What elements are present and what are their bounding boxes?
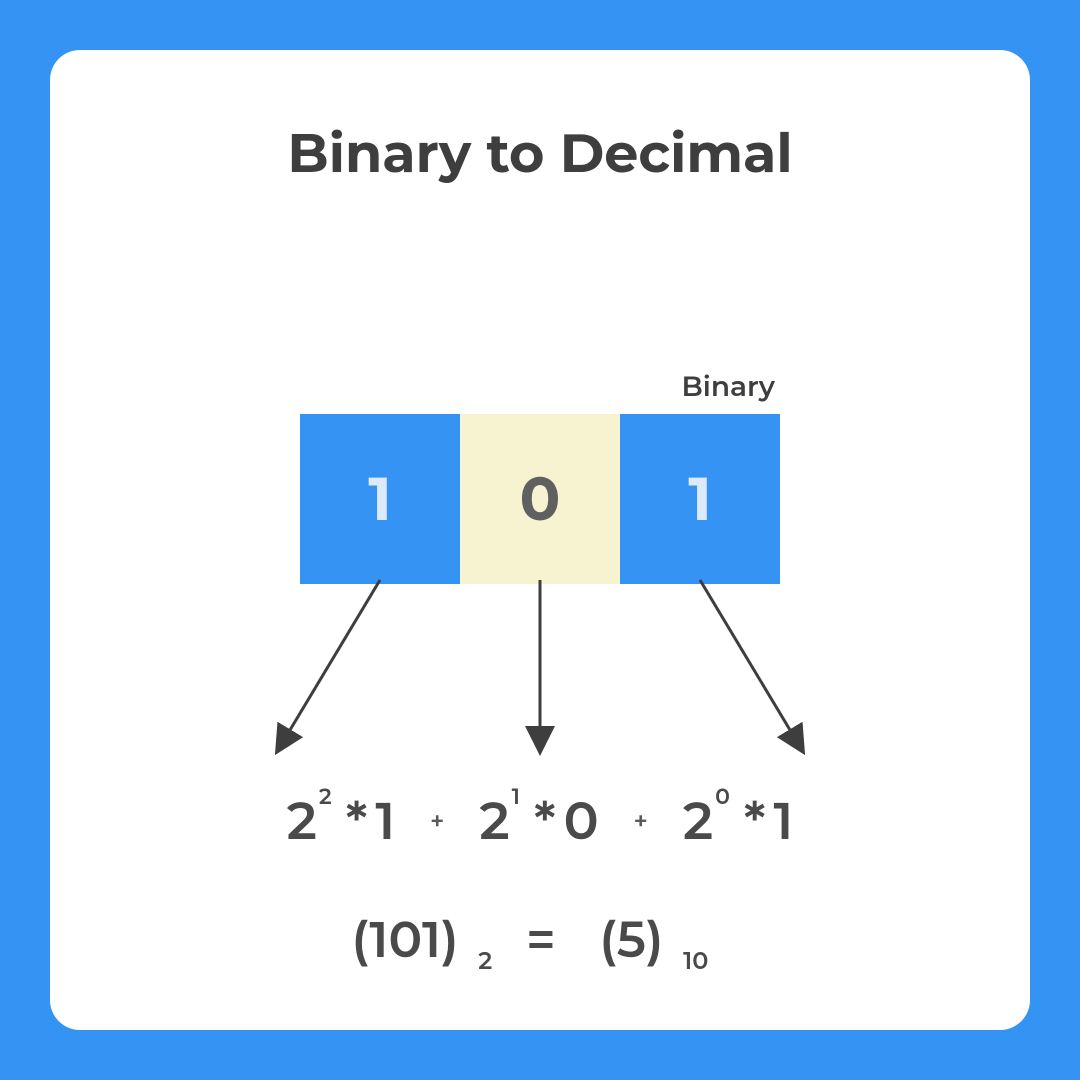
term-1-digit: 1 [375,790,395,853]
term-3-exp: 0 [715,783,730,810]
term-2-digit: 0 [564,790,599,853]
mult-symbol: * [346,790,368,853]
term-2-base: 2 [479,790,509,853]
term-3-digit: 1 [774,790,794,853]
term-2-exp: 1 [512,783,520,810]
result-rhs: (5) [599,909,663,970]
result-rhs-sub: 10 [683,947,708,976]
result-lhs-sub: 2 [478,947,492,976]
binary-cell-0: 1 [300,414,460,584]
binary-cells: 1 0 1 [300,414,780,584]
title: Binary to Decimal [90,120,990,186]
result-equation: (101) 2 = (5) 10 [50,909,1030,970]
result-lhs: (101) [352,909,459,970]
plus-2: + [634,807,648,836]
term-2: 2 1 * 0 [479,790,598,853]
term-1-exp: 2 [319,783,332,810]
plus-1: + [430,807,444,836]
binary-label: Binary [300,370,780,404]
term-3: 2 0 * 1 [683,790,794,853]
diagram-card: Binary to Decimal Binary 1 0 1 2 2 * 1 +… [50,50,1030,1030]
binary-section: Binary 1 0 1 [300,370,780,584]
mult-symbol: * [534,790,556,853]
mult-symbol: * [744,790,766,853]
result-eq: = [526,909,556,970]
expansion-row: 2 2 * 1 + 2 1 * 0 + 2 0 * 1 [50,790,1030,853]
term-3-base: 2 [683,790,713,853]
term-1: 2 2 * 1 [287,790,396,853]
binary-cell-2: 1 [620,414,780,584]
binary-cell-1: 0 [460,414,620,584]
term-1-base: 2 [287,790,317,853]
